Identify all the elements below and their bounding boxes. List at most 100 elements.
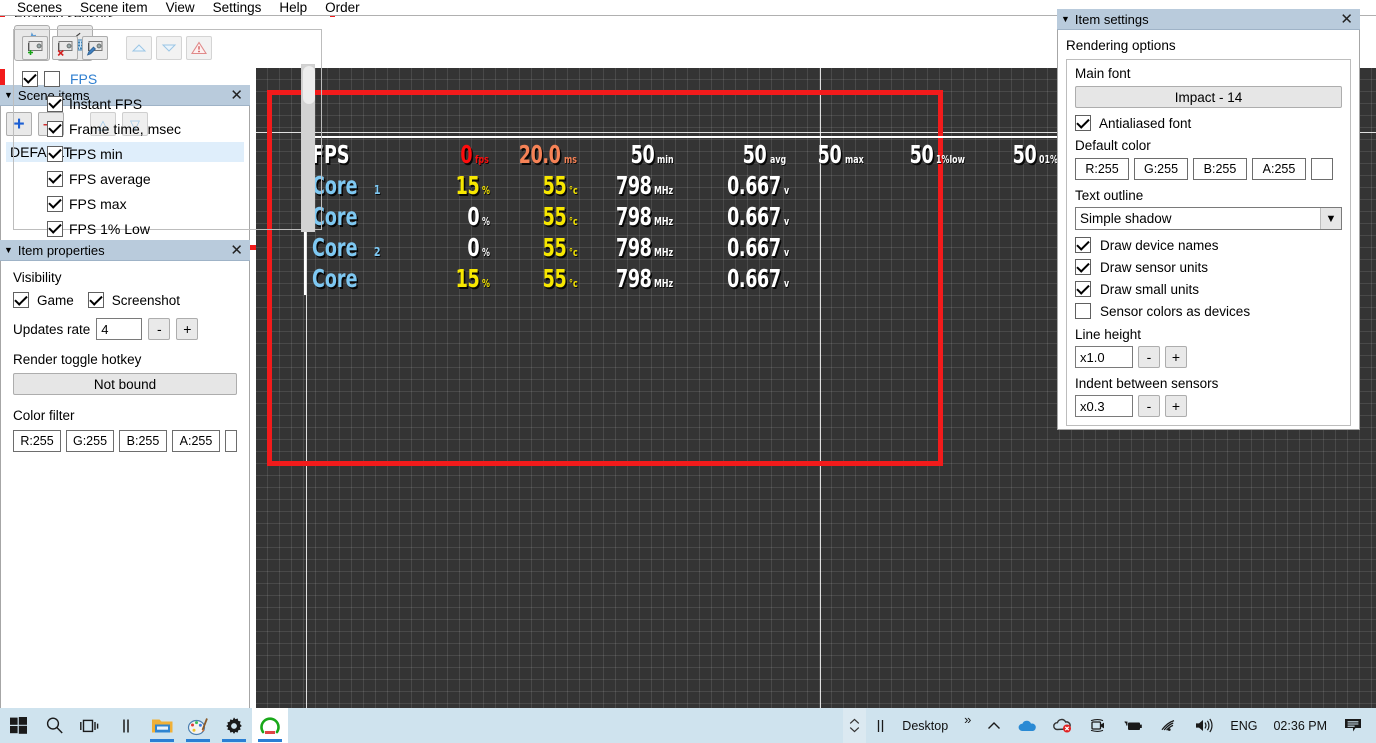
default-color-green-field[interactable]: G:255: [1134, 158, 1188, 180]
draw-device-names-label: Draw device names: [1100, 237, 1219, 253]
sensor-group-enable-checkbox[interactable]: [22, 70, 38, 87]
sensor-checkbox[interactable]: [47, 95, 63, 112]
osd-sensor-cell: 15%: [384, 264, 492, 293]
color-filter-red-field[interactable]: R:255: [13, 430, 61, 452]
text-outline-dropdown[interactable]: Simple shadow ▼: [1075, 207, 1342, 230]
menu-scene-item[interactable]: Scene item: [71, 0, 157, 15]
default-color-alpha-field[interactable]: A:255: [1252, 158, 1306, 180]
color-filter-blue-field[interactable]: B:255: [119, 430, 167, 452]
line-height-label: Line height: [1075, 327, 1142, 342]
collapse-caret-icon[interactable]: ▼: [4, 90, 13, 100]
line-height-increment-button[interactable]: +: [1165, 346, 1187, 368]
color-filter-swatch[interactable]: [225, 430, 237, 452]
sensor-colors-as-devices-checkbox[interactable]: [1075, 303, 1091, 319]
game-visibility-checkbox[interactable]: [13, 292, 29, 308]
windows-taskbar: Desktop » ENG 02:36 PM: [0, 708, 1376, 743]
onedrive-tray-button[interactable]: [1010, 708, 1044, 743]
sensor-checkbox[interactable]: [47, 145, 63, 162]
updates-rate-increment-button[interactable]: +: [176, 318, 199, 340]
sensor-row[interactable]: FPS average: [22, 166, 321, 191]
updates-rate-input[interactable]: 4: [96, 318, 143, 340]
default-color-red-field[interactable]: R:255: [1075, 158, 1129, 180]
battery-tray-button[interactable]: [1116, 708, 1150, 743]
default-color-swatch[interactable]: [1311, 158, 1333, 180]
taskbar-scroll-arrows[interactable]: [843, 708, 867, 743]
menu-order[interactable]: Order: [316, 0, 369, 15]
line-height-decrement-button[interactable]: -: [1138, 346, 1160, 368]
osd-row: Core 2 0% 55 °c 798 MHz 0.667 v: [306, 233, 1082, 264]
move-sensor-up-button[interactable]: [126, 36, 152, 60]
search-button[interactable]: [36, 708, 72, 743]
close-icon[interactable]: ✕: [227, 243, 246, 258]
volume-icon: [1196, 718, 1213, 733]
sensor-group-row[interactable]: FPS: [22, 66, 321, 91]
camera-tray-button[interactable]: [1082, 708, 1114, 743]
start-button[interactable]: [0, 708, 36, 743]
settings-button[interactable]: [216, 708, 252, 743]
sensor-row[interactable]: Frame time, msec: [22, 116, 321, 141]
sensor-row[interactable]: FPS 1% Low: [22, 216, 321, 241]
screenshot-visibility-checkbox[interactable]: [87, 292, 104, 308]
paint-button[interactable]: [180, 708, 216, 743]
add-sensor-button[interactable]: [22, 36, 48, 60]
menu-help[interactable]: Help: [270, 0, 316, 15]
line-height-input[interactable]: x1.0: [1075, 346, 1133, 368]
sensor-checkbox[interactable]: [47, 120, 63, 137]
language-indicator[interactable]: ENG: [1223, 708, 1264, 743]
file-explorer-button[interactable]: [144, 708, 180, 743]
osd-overlay-preview[interactable]: FPS0fps20.0ms50min50avg50max501%low5001%…: [304, 136, 1082, 295]
indent-input[interactable]: x0.3: [1075, 395, 1133, 417]
edit-sensor-button[interactable]: [82, 36, 108, 60]
text-outline-label: Text outline: [1075, 188, 1144, 203]
osd-sensor-cell: 0.667 v: [678, 171, 790, 200]
sensor-list-scroll-thumb[interactable]: [303, 66, 315, 104]
task-view-button[interactable]: [72, 708, 108, 743]
sensor-row[interactable]: FPS min: [22, 141, 321, 166]
cloud-sync-error-button[interactable]: [1046, 708, 1080, 743]
color-filter-green-field[interactable]: G:255: [66, 430, 114, 452]
close-icon[interactable]: ✕: [1337, 12, 1356, 27]
clock[interactable]: 02:36 PM: [1266, 708, 1334, 743]
antialiased-font-row: Antialiased font: [1075, 115, 1342, 131]
draw-sensor-units-checkbox[interactable]: [1075, 259, 1091, 275]
item-settings-title-bar[interactable]: ▼ Item settings ✕: [1057, 9, 1360, 30]
item-properties-title-bar[interactable]: ▼ Item properties ✕: [0, 240, 250, 261]
sensor-list-scrollbar[interactable]: [301, 64, 315, 232]
widgets-button[interactable]: [108, 708, 144, 743]
draw-small-units-checkbox[interactable]: [1075, 281, 1091, 297]
move-sensor-down-button[interactable]: [156, 36, 182, 60]
indent-increment-button[interactable]: +: [1165, 395, 1187, 417]
action-center-button[interactable]: [1336, 708, 1370, 743]
remove-sensor-button[interactable]: [52, 36, 78, 60]
sensor-checkbox[interactable]: [47, 170, 63, 187]
sensor-checkbox[interactable]: [47, 220, 63, 237]
collapse-caret-icon[interactable]: ▼: [4, 245, 13, 255]
menu-settings[interactable]: Settings: [204, 0, 271, 15]
updates-rate-decrement-button[interactable]: -: [148, 318, 171, 340]
rtss-button[interactable]: [252, 708, 288, 743]
color-filter-alpha-field[interactable]: A:255: [172, 430, 220, 452]
render-toggle-hotkey-button[interactable]: Not bound: [13, 373, 237, 395]
sensor-warning-button[interactable]: [186, 36, 212, 60]
sensor-list[interactable]: FPS Instant FPS Frame time, msec FPS min FPS…: [14, 66, 321, 241]
volume-tray-button[interactable]: [1187, 708, 1221, 743]
wifi-tray-button[interactable]: [1152, 708, 1185, 743]
menu-scenes[interactable]: Scenes: [8, 0, 71, 15]
default-color-blue-field[interactable]: B:255: [1193, 158, 1247, 180]
menu-view[interactable]: View: [157, 0, 204, 15]
show-hidden-icons-button[interactable]: [980, 708, 1008, 743]
sensor-checkbox[interactable]: [47, 195, 63, 212]
collapse-caret-icon[interactable]: ▼: [1061, 14, 1070, 24]
sensor-group-color-checkbox[interactable]: [44, 70, 60, 87]
draw-device-names-checkbox[interactable]: [1075, 237, 1091, 253]
desktop-toolbar-label[interactable]: Desktop: [895, 708, 955, 743]
indent-decrement-button[interactable]: -: [1138, 395, 1160, 417]
sensor-row[interactable]: FPS max: [22, 191, 321, 216]
item-settings-panel: ▼ Item settings ✕ Rendering options Main…: [1057, 9, 1360, 430]
osd-sensor-value: 0: [459, 140, 472, 169]
desktop-peek-handle[interactable]: [868, 708, 893, 743]
antialiased-font-checkbox[interactable]: [1075, 115, 1091, 131]
sensor-row[interactable]: Instant FPS: [22, 91, 321, 116]
desktop-overflow-button[interactable]: »: [957, 708, 978, 743]
main-font-button[interactable]: Impact - 14: [1075, 86, 1342, 108]
